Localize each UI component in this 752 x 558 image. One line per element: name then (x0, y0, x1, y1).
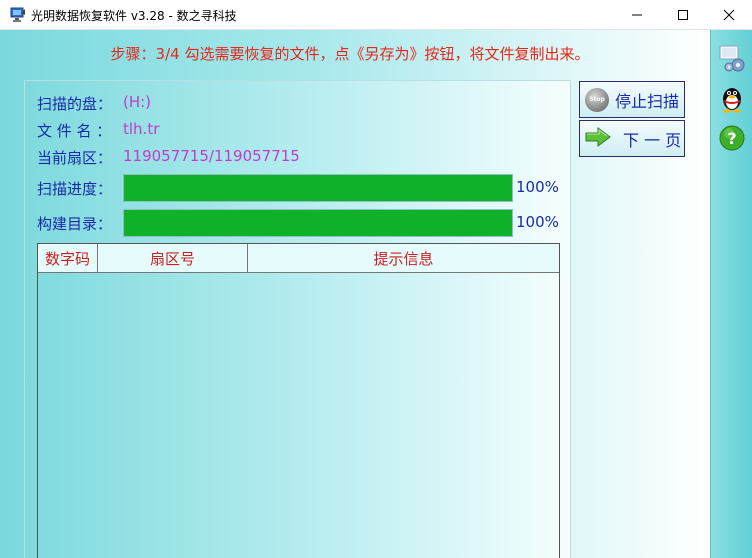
minimize-icon (632, 14, 642, 16)
stop-scan-label: 停止扫描 (615, 91, 680, 111)
list-header: 数字码 扇区号 提示信息 (38, 244, 559, 273)
close-icon (723, 9, 735, 21)
build-directory-progress-bar (123, 209, 513, 237)
result-list[interactable]: 数字码 扇区号 提示信息 (37, 243, 560, 558)
green-arrow-right-icon (585, 126, 611, 151)
qq-penguin-icon[interactable] (716, 82, 748, 114)
step-instruction: 步骤：3/4 勾选需要恢复的文件，点《另存为》按钮，将文件复制出来。 (110, 45, 590, 63)
svg-text:?: ? (727, 129, 736, 148)
window-title: 光明数据恢复软件 v3.28 - 数之寻科技 (31, 9, 237, 23)
title-bar: 光明数据恢复软件 v3.28 - 数之寻科技 (0, 0, 752, 30)
scan-panel: 扫描的盘： (H:) 文 件 名 ： tlh.tr 当前扇区： 11905771… (24, 80, 571, 558)
current-sector-value: 119057715/119057715 (123, 147, 300, 165)
column-header-code[interactable]: 数字码 (38, 244, 98, 272)
scan-progress-bar (123, 174, 513, 202)
disk-label: 扫描的盘： (37, 95, 113, 113)
settings-gears-icon[interactable] (716, 42, 748, 74)
app-monitor-icon (10, 7, 26, 23)
main-area: 步骤：3/4 勾选需要恢复的文件，点《另存为》按钮，将文件复制出来。 扫描的盘：… (0, 30, 710, 558)
build-directory-progress-fill (124, 210, 512, 236)
help-question-icon[interactable]: ? (716, 122, 748, 154)
next-page-button[interactable]: 下 一 页 (579, 120, 685, 157)
maximize-button[interactable] (660, 0, 706, 30)
stop-circle-icon: Stop (585, 87, 609, 112)
current-sector-label: 当前扇区： (37, 149, 113, 167)
column-header-sector[interactable]: 扇区号 (98, 244, 248, 272)
stop-scan-button[interactable]: Stop 停止扫描 (579, 81, 685, 118)
close-button[interactable] (706, 0, 752, 30)
build-directory-percent: 100% (516, 213, 559, 231)
file-name-label: 文 件 名 ： (37, 122, 112, 140)
next-page-label: 下 一 页 (623, 130, 682, 150)
file-name-value: tlh.tr (123, 120, 160, 138)
disk-value: (H:) (123, 93, 152, 111)
scan-progress-fill (124, 175, 512, 201)
minimize-button[interactable] (614, 0, 660, 30)
scan-progress-percent: 100% (516, 178, 559, 196)
maximize-icon (678, 10, 688, 20)
column-header-info[interactable]: 提示信息 (248, 244, 559, 272)
build-directory-label: 构建目录： (37, 215, 113, 233)
scan-progress-label: 扫描进度： (37, 180, 113, 198)
right-toolbar: ? (710, 30, 752, 558)
